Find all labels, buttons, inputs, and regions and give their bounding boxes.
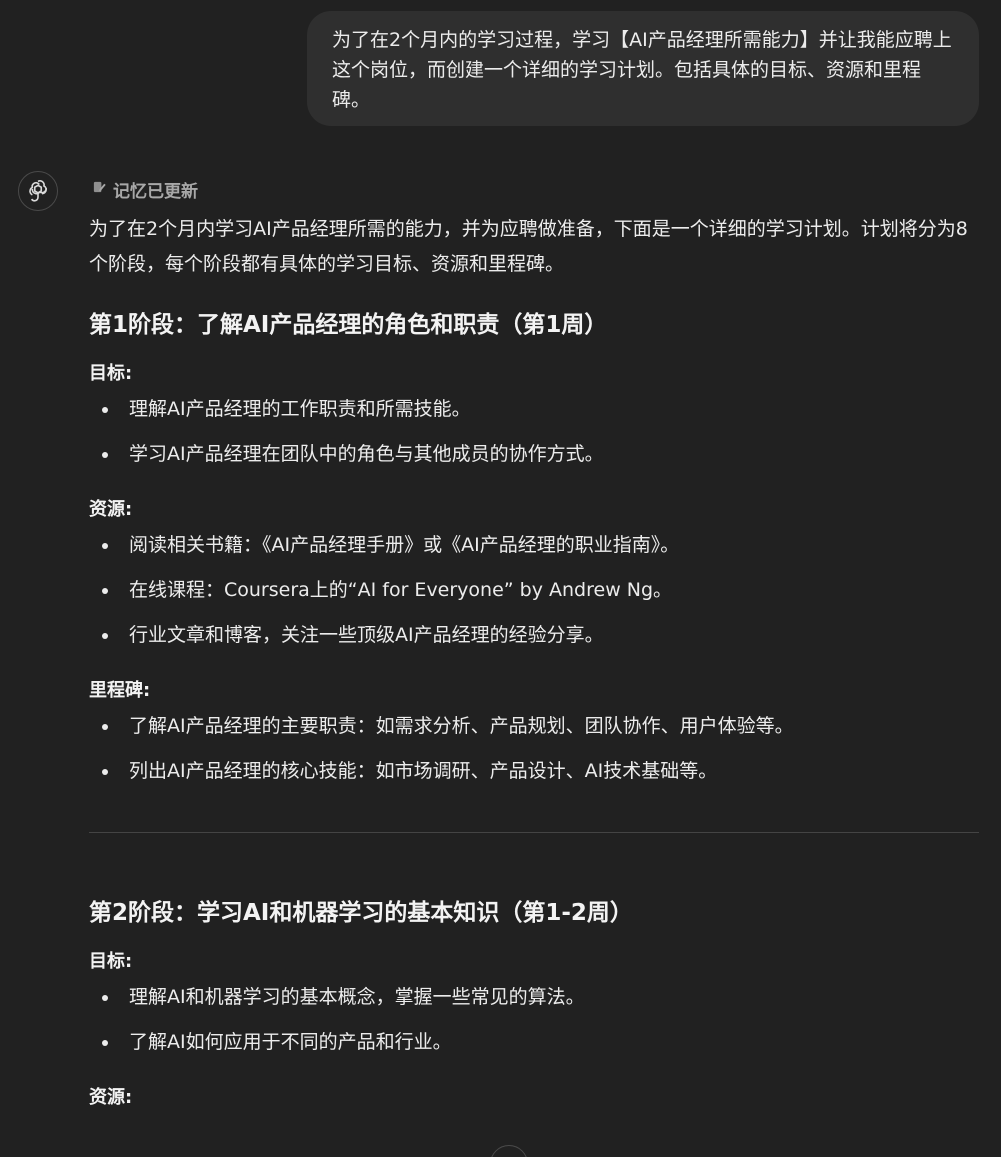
scroll-down-button[interactable] — [490, 1145, 528, 1157]
stage-2-goals-label: 目标: — [89, 951, 133, 972]
stage-1-resources-list: 阅读相关书籍：《AI产品经理手册》或《AI产品经理的职业指南》。 在线课程：Co… — [89, 531, 979, 666]
memory-updated-label: 记忆已更新 — [113, 181, 198, 202]
chatgpt-logo-icon — [18, 171, 58, 211]
list-item: 了解AI产品经理的主要职责：如需求分析、产品规划、团队协作、用户体验等。 — [89, 712, 979, 757]
user-message-bubble: 为了在2个月内的学习过程，学习【AI产品经理所需能力】并让我能应聘上这个岗位，而… — [307, 11, 979, 126]
chat-page: 为了在2个月内的学习过程，学习【AI产品经理所需能力】并让我能应聘上这个岗位，而… — [0, 0, 1001, 1157]
stage-1-resources-label: 资源: — [89, 499, 133, 520]
list-item: 列出AI产品经理的核心技能：如市场调研、产品设计、AI技术基础等。 — [89, 757, 979, 802]
assistant-response: 为了在2个月内学习AI产品经理所需的能力，并为应聘做准备，下面是一个详细的学习计… — [89, 212, 979, 1111]
list-item: 理解AI产品经理的工作职责和所需技能。 — [89, 395, 979, 440]
response-intro: 为了在2个月内学习AI产品经理所需的能力，并为应聘做准备，下面是一个详细的学习计… — [89, 218, 968, 275]
list-item: 学习AI产品经理在团队中的角色与其他成员的协作方式。 — [89, 440, 979, 485]
list-item: 行业文章和博客，关注一些顶级AI产品经理的经验分享。 — [89, 621, 979, 666]
stage-1-goals-label: 目标: — [89, 363, 133, 384]
list-item: 理解AI和机器学习的基本概念，掌握一些常见的算法。 — [89, 983, 979, 1028]
stage-2-goals-list: 理解AI和机器学习的基本概念，掌握一些常见的算法。 了解AI如何应用于不同的产品… — [89, 983, 979, 1073]
stage-1-heading: 第1阶段：了解AI产品经理的角色和职责（第1周） — [89, 312, 608, 338]
stage-1-goals-list: 理解AI产品经理的工作职责和所需技能。 学习AI产品经理在团队中的角色与其他成员… — [89, 395, 979, 485]
memory-updated-notice[interactable]: 记忆已更新 — [92, 177, 198, 202]
stage-2-heading: 第2阶段：学习AI和机器学习的基本知识（第1-2周） — [89, 900, 633, 926]
list-item: 了解AI如何应用于不同的产品和行业。 — [89, 1028, 979, 1073]
list-item: 阅读相关书籍：《AI产品经理手册》或《AI产品经理的职业指南》。 — [89, 531, 979, 576]
memory-edit-icon — [92, 179, 107, 199]
list-item: 在线课程：Coursera上的“AI for Everyone” by Andr… — [89, 576, 979, 621]
user-message-text: 为了在2个月内的学习过程，学习【AI产品经理所需能力】并让我能应聘上这个岗位，而… — [332, 29, 952, 111]
stage-2-resources-label: 资源: — [89, 1087, 133, 1108]
stage-1-milestones-label: 里程碑: — [89, 680, 151, 701]
stage-1-milestones-list: 了解AI产品经理的主要职责：如需求分析、产品规划、团队协作、用户体验等。 列出A… — [89, 712, 979, 802]
